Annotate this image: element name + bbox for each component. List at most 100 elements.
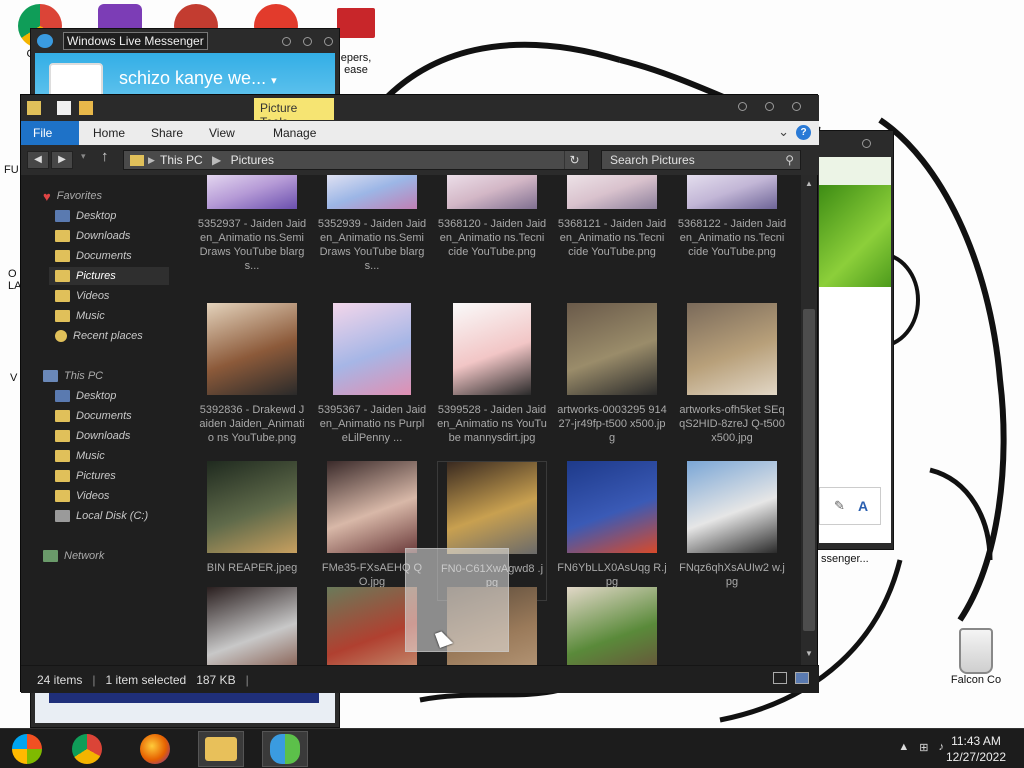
scrollbar-thumb[interactable] [803,309,815,631]
nav-pc-documents[interactable]: Documents [55,407,132,425]
minimize-button[interactable] [738,102,747,111]
window-button[interactable] [862,139,871,148]
chevron-down-icon[interactable]: ▾ [271,75,277,87]
taskbar-messenger[interactable] [262,731,308,767]
taskbar-chrome[interactable] [64,731,110,767]
messenger-titlebar[interactable]: Windows Live Messenger [31,29,339,53]
file-name: 5368122 - Jaiden Jaiden_Animatio ns.Tecn… [677,218,787,258]
maximize-button[interactable] [303,36,312,46]
help-icon[interactable]: ? [796,125,811,140]
nav-documents[interactable]: Documents [55,247,132,265]
nav-pc-downloads[interactable]: Downloads [55,427,130,445]
tab-share[interactable]: Share [139,121,195,145]
forward-button[interactable]: ▶ [51,151,73,169]
file-item[interactable] [557,587,667,665]
format-toolbar[interactable]: ✎ A [819,487,881,525]
selected-size: 187 KB [196,672,236,687]
nav-network[interactable]: Network [43,547,104,565]
system-tray[interactable]: ▲ ⊞ ♪ [898,741,944,754]
maximize-button[interactable] [765,102,774,111]
file-item[interactable]: artworks-0003295 91427-jr49fp-t500 x500.… [557,303,667,444]
file-thumbnail [207,587,297,665]
breadcrumb-pictures[interactable]: Pictures [231,153,274,167]
file-thumbnail [567,587,657,665]
recent-locations-icon[interactable]: ▾ [81,151,86,162]
file-name: BIN REAPER.jpeg [206,562,298,574]
nav-downloads[interactable]: Downloads [55,227,130,245]
file-thumbnail [687,303,777,395]
show-hidden-icons-icon[interactable]: ▲ [898,741,909,754]
quick-access-toolbar[interactable]: Picture Tools [21,95,819,129]
file-item[interactable]: BIN REAPER.jpeg [197,461,307,601]
file-item[interactable]: 5352937 - Jaiden Jaiden_Animatio ns.Semi… [197,175,307,305]
tab-manage[interactable]: Manage [261,121,328,145]
network-tray-icon[interactable]: ⊞ [919,741,928,754]
taskbar-file-explorer[interactable] [198,731,244,767]
picture-tools-tab[interactable]: Picture Tools [254,98,334,129]
nav-pictures[interactable]: Pictures [49,267,169,285]
file-thumbnail [453,303,531,395]
file-item[interactable]: 5395367 - Jaiden Jaiden_Animatio ns Purp… [317,303,427,444]
scroll-down-icon[interactable]: ▼ [803,649,815,661]
start-orb-icon [12,734,42,764]
nav-pc-pictures[interactable]: Pictures [55,467,116,485]
documents-icon [55,250,70,262]
new-folder-icon[interactable] [79,101,93,115]
refresh-icon[interactable]: ↻ [564,151,584,169]
file-name: 5368121 - Jaiden Jaiden_Animatio ns.Tecn… [557,218,667,258]
nav-desktop[interactable]: Desktop [55,207,116,225]
tab-file[interactable]: File [21,121,79,145]
clock[interactable]: 11:43 AM 12/27/2022 [940,733,1012,765]
folder-icon [27,101,41,115]
ribbon-expand-icon[interactable]: ⌄ [778,124,789,140]
nav-videos[interactable]: Videos [55,287,109,305]
chat-banner [819,185,891,287]
nav-pc-videos[interactable]: Videos [55,487,109,505]
file-item[interactable] [197,587,307,665]
file-item[interactable]: FN6YbLLX0AsUqg R.jpg [557,461,667,601]
nav-pc-music[interactable]: Music [55,447,105,465]
file-item[interactable]: 5399528 - Jaiden Jaiden_Animatio ns YouT… [437,303,547,444]
back-button[interactable]: ◀ [27,151,49,169]
documents-icon [55,410,70,422]
nav-favorites[interactable]: ♥ Favorites [43,187,102,205]
file-item[interactable]: 5368120 - Jaiden Jaiden_Animatio ns.Tecn… [437,175,547,305]
large-icons-view-icon[interactable] [795,672,809,684]
nav-local-disk[interactable]: Local Disk (C:) [55,507,148,525]
up-arrow-icon[interactable]: ↑ [101,148,109,165]
nav-music[interactable]: Music [55,307,105,325]
vertical-scrollbar[interactable]: ▲ ▼ [801,175,817,665]
start-button[interactable] [4,731,50,767]
file-item[interactable]: 5352939 - Jaiden Jaiden_Animatio ns.Semi… [317,175,427,305]
nav-this-pc[interactable]: This PC [43,367,103,385]
chat-toolbar[interactable] [819,157,891,185]
address-bar-row: ◀ ▶ ▾ ↑ ▶ This PC ▶ Pictures ↻ Search Pi… [21,145,819,175]
close-button[interactable] [792,102,801,111]
file-item[interactable]: 5368122 - Jaiden Jaiden_Animatio ns.Tecn… [677,175,787,305]
search-placeholder: Search Pictures [610,153,695,167]
nav-pc-desktop[interactable]: Desktop [55,387,116,405]
properties-icon[interactable] [57,101,71,115]
taskbar-firefox[interactable] [132,731,178,767]
search-icon[interactable]: ⚲ [785,151,794,169]
file-item[interactable]: artworks-ofh5ket SEqqS2HID-8zreJ Q-t500x… [677,303,787,444]
breadcrumb-this-pc[interactable]: This PC [160,153,203,167]
minimize-button[interactable] [282,36,291,46]
nav-recent-places[interactable]: Recent places [55,327,143,345]
file-name: 5352939 - Jaiden Jaiden_Animatio ns.Semi… [317,218,427,272]
tab-view[interactable]: View [197,121,247,145]
tab-home[interactable]: Home [81,121,137,145]
file-item[interactable]: 5392836 - Drakewd Jaiden Jaiden_Animatio… [197,303,307,444]
file-item[interactable]: 5368121 - Jaiden Jaiden_Animatio ns.Tecn… [557,175,667,305]
username[interactable]: schizo kanye we... ▾ [119,68,277,89]
file-item[interactable]: FNqz6qhXsAUIw2 w.jpg [677,461,787,601]
details-view-icon[interactable] [773,672,787,684]
font-icon[interactable]: A [858,498,868,514]
desktop-icon-recycle-bin[interactable]: Falcon Co [944,628,1008,688]
breadcrumb[interactable]: ▶ This PC ▶ Pictures ↻ [123,150,589,170]
file-thumbnail [327,587,417,665]
pen-icon[interactable]: ✎ [834,498,845,514]
close-button[interactable] [324,36,333,46]
search-input[interactable]: Search Pictures ⚲ [601,150,801,170]
scroll-up-icon[interactable]: ▲ [803,179,815,191]
